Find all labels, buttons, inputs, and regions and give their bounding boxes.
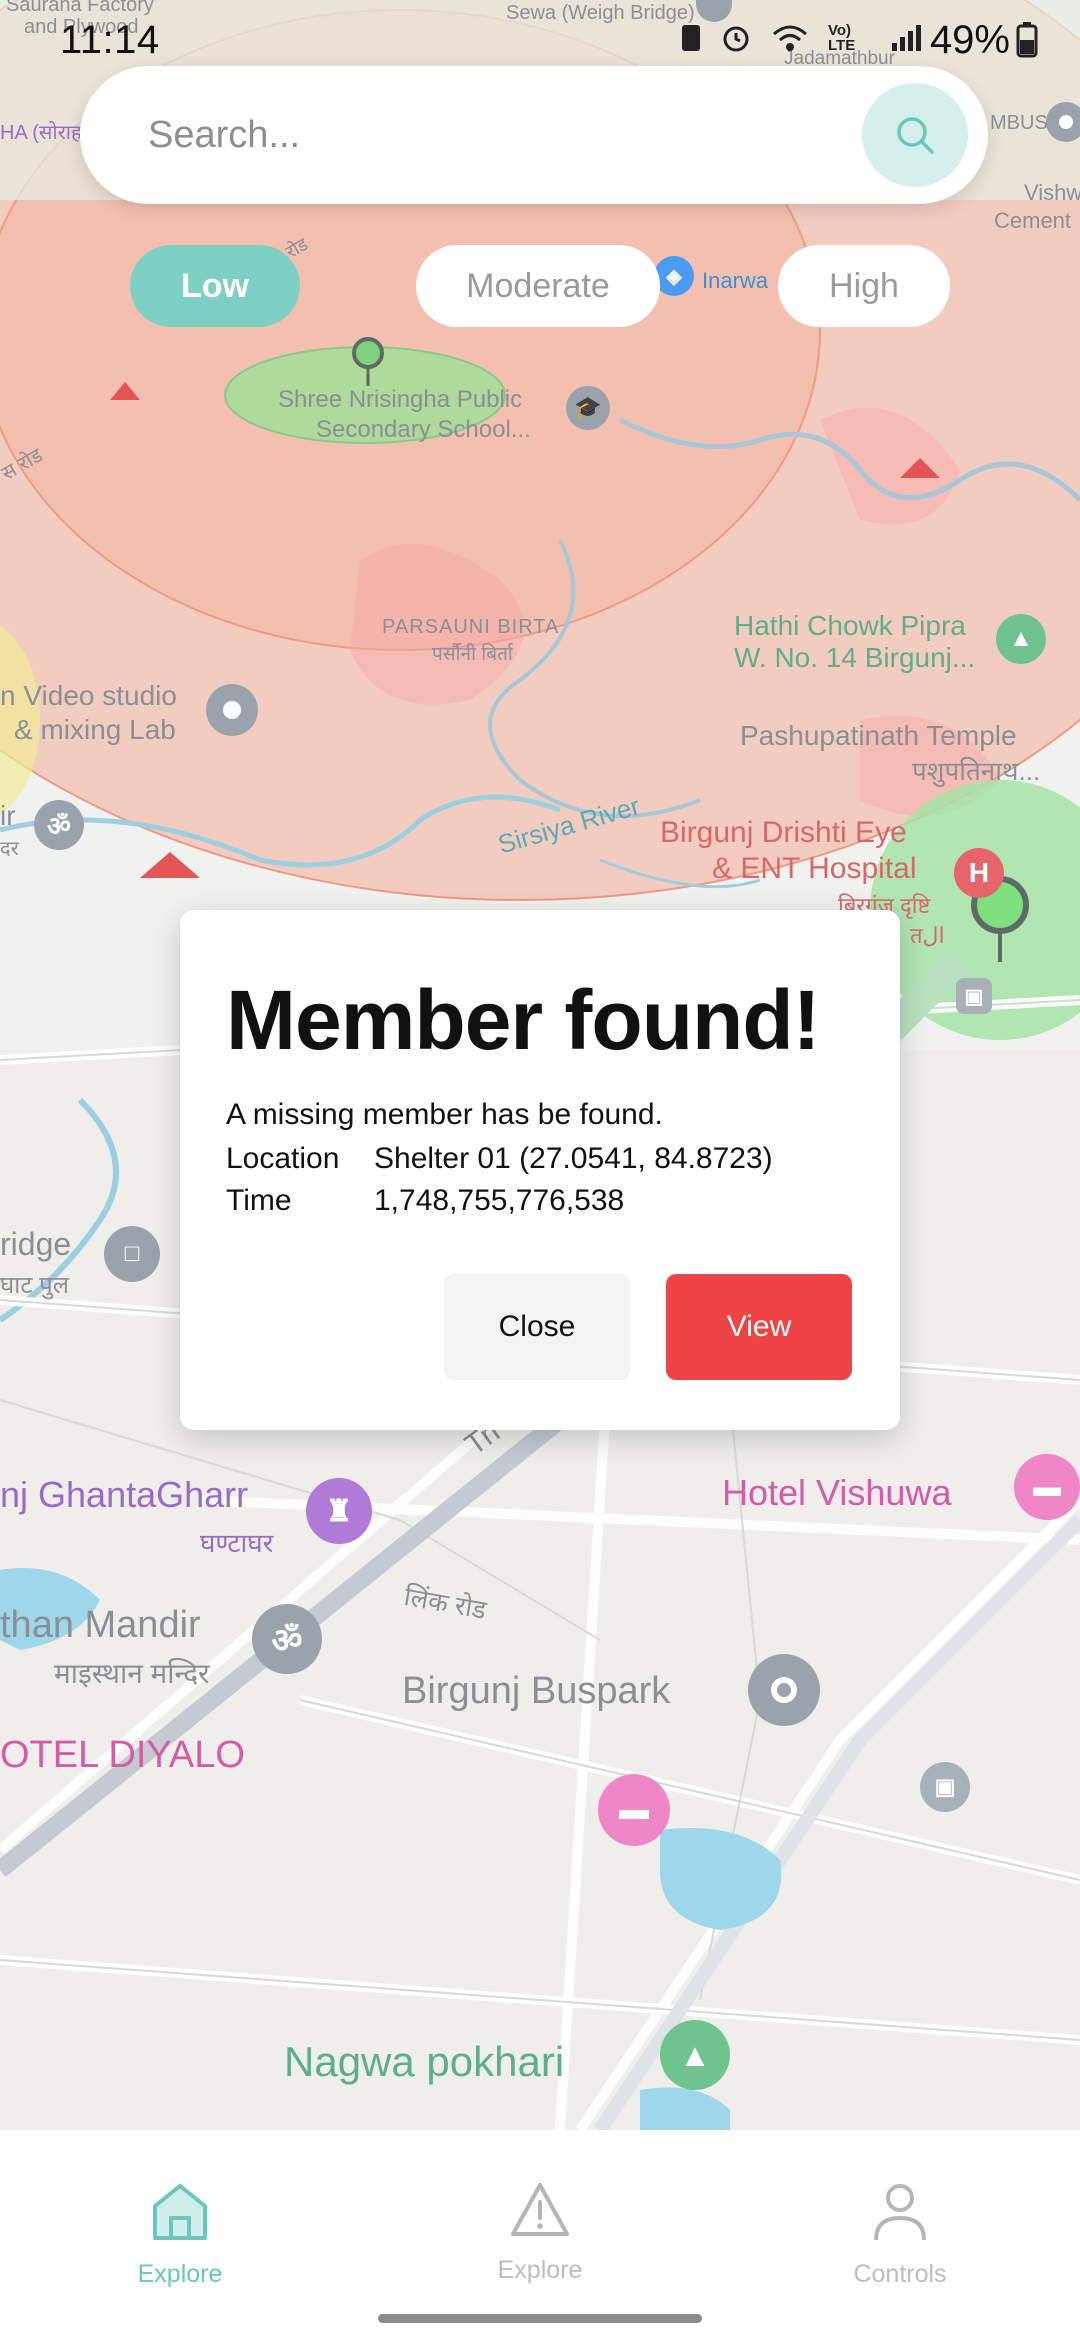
map-label: दर (0, 838, 19, 860)
studio-pin-icon[interactable] (206, 684, 258, 736)
map-label: तال (910, 923, 945, 948)
map-label: nj GhantaGharr (0, 1474, 249, 1515)
nav-item-controls[interactable]: Controls (770, 2180, 1030, 2289)
time-value: 1,748,755,776,538 (374, 1184, 625, 1217)
nav-item-explore[interactable]: Explore (50, 2180, 310, 2289)
map-label: पशुपतिनाथ... (912, 756, 1041, 786)
battery-icon (1016, 22, 1038, 58)
alarm-icon (723, 26, 749, 52)
user-icon (874, 2184, 926, 2241)
poi-pin-icon[interactable] (1046, 102, 1080, 142)
map-label: Inarwa (702, 268, 769, 293)
tower-pin-icon[interactable]: ♜ (306, 1478, 372, 1544)
warning-icon (511, 2183, 569, 2236)
bus-stop-icon[interactable]: ▣ (956, 978, 992, 1014)
map-label: ridge (0, 1226, 72, 1262)
nav-item-alerts[interactable]: Explore (410, 2180, 670, 2285)
hotel-pin-icon[interactable]: ▬ (598, 1774, 670, 1846)
hospital-pin-icon[interactable]: H (954, 848, 1004, 898)
map-label: Pashupatinath Temple (740, 720, 1017, 751)
map-label: पर्सौनी बिर्ता (432, 644, 513, 665)
temple-pin-icon[interactable]: ॐ (34, 800, 84, 850)
map-label: PARSAUNI BIRTA (382, 616, 560, 638)
map-label: माइस्थान मन्दिर (54, 1658, 210, 1689)
map-label: Nagwa pokhari (284, 2038, 565, 2085)
map-label: घण्टाघर (200, 1528, 274, 1558)
map-label: n Video studio (0, 680, 177, 711)
status-icons: Vo) LTE (680, 22, 922, 54)
view-button[interactable]: View (666, 1274, 852, 1380)
search-bar (80, 66, 988, 204)
shopping-pin-icon[interactable]: ◈ (654, 256, 694, 296)
battery-level: 49% (929, 18, 1010, 62)
map-label: Secondary School... (316, 416, 531, 443)
map-label: Birgunj Buspark (402, 1670, 671, 1712)
bridge-pin-icon[interactable]: □ (104, 1226, 160, 1282)
time-row: Time 1,748,755,776,538 (226, 1184, 624, 1218)
sim-icon (682, 25, 700, 51)
wifi-icon (773, 25, 807, 51)
member-found-dialog: Member found! A missing member has be fo… (180, 910, 900, 1430)
bottom-navigation: Explore Explore Controls (0, 2130, 1080, 2340)
home-icon (153, 2184, 207, 2240)
time-label: Time (226, 1184, 292, 1217)
map-label: Cement (994, 208, 1072, 233)
park-pin-icon[interactable]: ▲ (660, 2020, 730, 2090)
map-label: W. No. 14 Birgunj... (734, 642, 976, 673)
hotel-pin-icon[interactable]: ▬ (1014, 1454, 1080, 1520)
mandir-pin-icon[interactable]: ॐ (252, 1604, 322, 1674)
close-button[interactable]: Close (444, 1274, 630, 1380)
map-label: MBUS (990, 112, 1048, 134)
map-label: HA (सोराह (0, 122, 82, 144)
status-time: 11:14 (60, 18, 160, 62)
map-label: OTEL DIYALO (0, 1734, 245, 1776)
map-label: Vishw (1024, 180, 1080, 205)
filter-high-chip[interactable]: High (778, 245, 950, 327)
nav-label: Explore (497, 2256, 583, 2284)
map-label: & ENT Hospital (712, 852, 917, 885)
location-value: Shelter 01 (27.0541, 84.8723) (374, 1142, 773, 1175)
school-pin-icon[interactable]: 🎓 (566, 386, 610, 430)
nav-label: Explore (137, 2260, 223, 2288)
dialog-message: A missing member has be found. (226, 1098, 663, 1131)
signal-icon (892, 25, 921, 51)
location-row: Location Shelter 01 (27.0541, 84.8723) (226, 1142, 773, 1176)
search-button[interactable] (862, 83, 968, 187)
search-input[interactable] (148, 100, 848, 170)
filter-moderate-chip[interactable]: Moderate (416, 245, 660, 327)
park-pin-icon[interactable]: ▲ (996, 614, 1046, 664)
buspark-pin-icon[interactable] (748, 1654, 820, 1726)
map-label: Hotel Vishuwa (722, 1472, 952, 1513)
map-label: Birgunj Drishti Eye (660, 816, 907, 849)
nav-label: Controls (853, 2260, 947, 2288)
bus-stop-icon[interactable]: ▣ (920, 1762, 970, 1812)
map-label: Shree Nrisingha Public (278, 386, 523, 413)
filter-low-chip[interactable]: Low (130, 245, 300, 327)
network-label: Vo) LTE (828, 22, 856, 54)
dialog-title: Member found! (226, 973, 821, 1067)
map-label: than Mandir (0, 1604, 201, 1646)
search-icon (897, 117, 934, 154)
map-label: ir (0, 800, 16, 831)
map-label: & mixing Lab (14, 714, 176, 745)
location-label: Location (226, 1142, 340, 1175)
map-label: Hathi Chowk Pipra (734, 610, 966, 641)
map-label: घाट पुल (0, 1272, 70, 1299)
home-indicator[interactable] (378, 2314, 702, 2323)
